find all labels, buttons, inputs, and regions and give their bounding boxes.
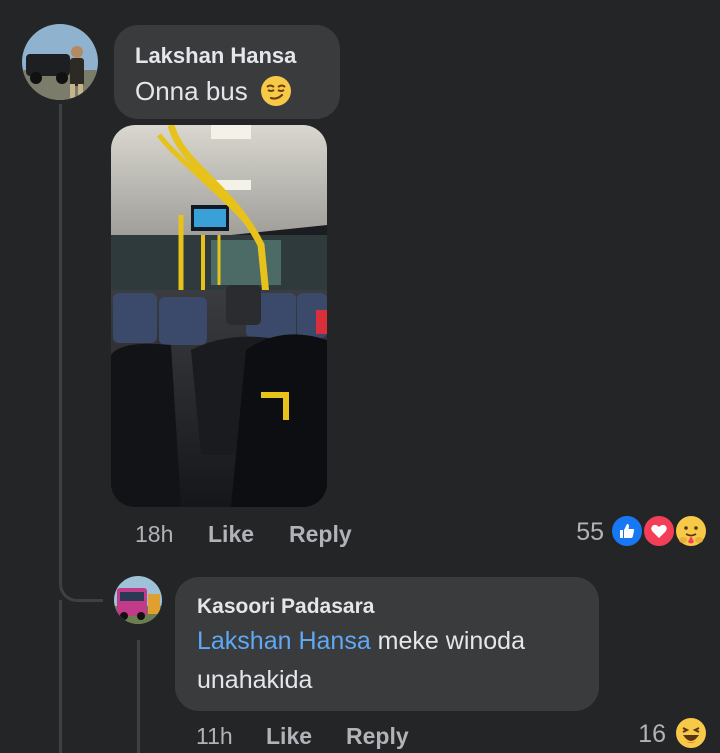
reply-text-line1-value: meke winoda [370, 627, 525, 655]
reply-avatar-photo [114, 576, 162, 624]
thread-branch [59, 560, 103, 602]
comment-text-value: Onna bus [135, 75, 248, 106]
comment-like-button[interactable]: Like [208, 521, 254, 548]
reply-avatar[interactable] [114, 576, 162, 624]
reply-reply-button[interactable]: Reply [346, 723, 409, 750]
bus-interior-image [111, 125, 327, 507]
reply-thread-line [59, 600, 62, 753]
reply-bubble[interactable]: Kasoori Padasara Lakshan Hansa meke wino… [175, 577, 599, 711]
reply-reaction-count: 16 [638, 720, 666, 748]
reply-like-button[interactable]: Like [266, 723, 312, 750]
comment-bubble[interactable]: Lakshan Hansa Onna bus [114, 25, 340, 119]
comment-author[interactable]: Lakshan Hansa [135, 43, 296, 69]
avatar[interactable] [22, 24, 98, 100]
reply-text-line2: unahakida [197, 666, 313, 694]
reply-timestamp[interactable]: 11h [196, 723, 233, 750]
reply-mention-link[interactable]: Lakshan Hansa [197, 627, 371, 655]
comment-reaction-count: 55 [576, 518, 604, 546]
comment-reply-button[interactable]: Reply [289, 521, 352, 548]
smirk-emoji-icon [260, 75, 292, 107]
comment-timestamp[interactable]: 18h [135, 521, 173, 548]
thread-line [59, 104, 62, 574]
reply-reactions[interactable]: 16 [620, 716, 712, 753]
care-reaction-icon [674, 514, 708, 548]
haha-reaction-icon [674, 716, 708, 750]
reply-text-line1: Lakshan Hansa meke winoda [197, 627, 525, 656]
reply-author[interactable]: Kasoori Padasara [197, 595, 374, 619]
like-reaction-icon [610, 514, 644, 548]
avatar-photo [22, 24, 98, 100]
comment-text: Onna bus [135, 75, 292, 107]
love-reaction-icon [642, 514, 676, 548]
comment-attachment-photo[interactable] [111, 125, 327, 507]
nested-thread-line [137, 640, 140, 753]
comment-reactions[interactable]: 55 [560, 512, 710, 552]
